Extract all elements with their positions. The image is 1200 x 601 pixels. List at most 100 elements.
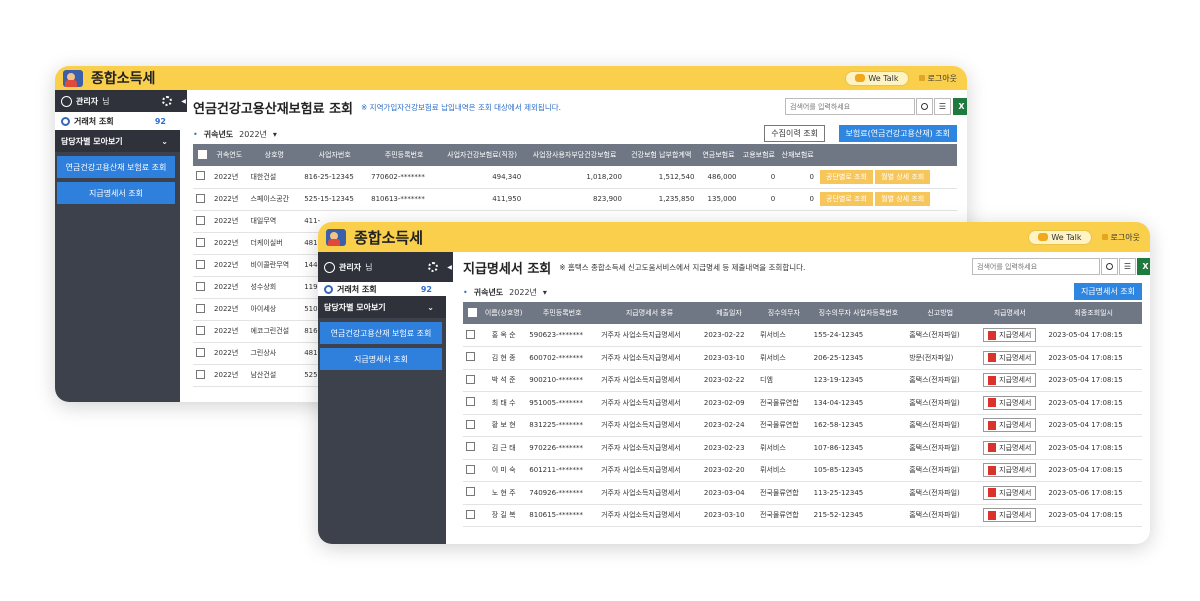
row-checkbox[interactable]	[466, 374, 475, 384]
table-row[interactable]: 2022년 스페이스공간 525-15-12345 810613-******* 411…	[193, 188, 957, 211]
search-button[interactable]	[916, 98, 933, 115]
table-row[interactable]: 박 석 준 900210-******* 거주자 사업소득지급명세서 2023-02-…	[463, 369, 1142, 392]
pdf-download-button[interactable]: 지급명세서	[983, 440, 1037, 455]
monthly-detail-button[interactable]: 월별 상세 조회	[875, 192, 931, 206]
column-header[interactable]: 사업자번호	[301, 144, 369, 166]
column-header[interactable]: 지급명세서	[974, 302, 1046, 324]
checkbox-cell	[463, 436, 482, 460]
table-row[interactable]: 김 근 태 970226-******* 거주자 사업소득지급명세서 2023-02-…	[463, 436, 1142, 460]
column-header[interactable]: 징수의무자 사업자등록번호	[810, 302, 907, 324]
row-checkbox[interactable]	[196, 259, 205, 269]
search-input[interactable]	[785, 98, 915, 115]
column-header[interactable]: 주민등록번호	[526, 302, 599, 324]
year-select[interactable]: 2022년	[239, 129, 267, 140]
row-checkbox[interactable]	[466, 509, 475, 519]
pdf-download-button[interactable]: 지급명세서	[983, 350, 1037, 365]
wetalk-button[interactable]: We Talk	[845, 70, 909, 86]
row-checkbox[interactable]	[196, 347, 205, 357]
row-checkbox[interactable]	[196, 303, 205, 313]
row-checkbox[interactable]	[466, 442, 475, 452]
menu-insurance[interactable]: 연금건강고용산재 보험료 조회	[320, 322, 442, 344]
list-icon[interactable]: ☰	[1119, 258, 1136, 275]
column-header[interactable]: 지급명세서 종류	[598, 302, 701, 324]
logout-button[interactable]: 로그아웃	[1101, 232, 1140, 243]
monthly-detail-button[interactable]: 월별 상세 조회	[875, 169, 931, 184]
menu-payment-statement[interactable]: 지급명세서 조회	[320, 348, 442, 370]
trade-lookup-item[interactable]: 거래처 조회 92	[55, 112, 180, 130]
row-checkbox[interactable]	[196, 171, 205, 181]
caret-down-icon[interactable]: ▾	[273, 130, 277, 139]
excel-icon[interactable]: X	[1137, 258, 1150, 275]
statement-query-button[interactable]: 지급명세서 조회	[1073, 283, 1142, 300]
trade-lookup-item[interactable]: 거래처 조회 92	[318, 282, 446, 296]
search-input[interactable]	[972, 258, 1100, 275]
table-row[interactable]: 홍 옥 순 590623-******* 거주자 사업소득지급명세서 2023-02-…	[463, 324, 1142, 347]
column-header[interactable]: 산재보험료	[778, 144, 818, 166]
row-checkbox[interactable]	[196, 215, 205, 225]
gear-icon[interactable]	[162, 96, 172, 106]
search-button[interactable]	[1101, 258, 1118, 275]
list-icon[interactable]: ☰	[934, 98, 951, 115]
pdf-download-button[interactable]: 지급명세서	[983, 328, 1037, 342]
excel-icon[interactable]: X	[953, 98, 967, 115]
table-cell: 홈택스(전자파일)	[906, 481, 975, 505]
column-header[interactable]: 고용보험료	[739, 144, 779, 166]
section-by-manager[interactable]: 담당자별 모아보기 ⌄	[318, 296, 446, 318]
insurance-query-button[interactable]: 보험료(연금건강고용산재) 조회	[838, 125, 957, 142]
logout-button[interactable]: 로그아웃	[918, 73, 957, 84]
pdf-download-button[interactable]: 지급명세서	[983, 508, 1037, 523]
column-header[interactable]: 상호명	[247, 144, 302, 166]
pdf-download-button[interactable]: 지급명세서	[983, 463, 1037, 478]
gear-icon[interactable]	[428, 262, 438, 272]
pdf-download-button[interactable]: 지급명세서	[983, 395, 1037, 410]
section-by-manager[interactable]: 담당자별 모아보기 ⌄	[55, 130, 180, 152]
row-checkbox[interactable]	[466, 329, 475, 339]
column-header[interactable]: 주민등록번호	[368, 144, 441, 166]
row-checkbox[interactable]	[466, 487, 475, 497]
row-checkbox[interactable]	[196, 325, 205, 335]
row-checkbox[interactable]	[466, 397, 475, 407]
row-checkbox[interactable]	[196, 237, 205, 247]
row-checkbox[interactable]	[466, 419, 475, 429]
table-row[interactable]: 최 태 수 951005-******* 거주자 사업소득지급명세서 2023-02-…	[463, 391, 1142, 415]
pdf-download-button[interactable]: 지급명세서	[983, 418, 1037, 433]
menu-insurance[interactable]: 연금건강고용산재 보험료 조회	[57, 156, 175, 178]
table-row[interactable]: 황 보 현 831225-******* 거주자 사업소득지급명세서 2023-02-…	[463, 414, 1142, 437]
year-select[interactable]: 2022년	[509, 287, 537, 298]
agency-query-button[interactable]: 공단별로 조회	[820, 169, 873, 184]
column-header[interactable]: 사업장사용자부담건강보험료	[524, 144, 625, 166]
collapse-sidebar-button[interactable]: ◀	[180, 90, 187, 112]
pdf-download-button[interactable]: 지급명세서	[983, 373, 1037, 388]
row-checkbox[interactable]	[467, 307, 477, 317]
caret-down-icon[interactable]: ▾	[543, 288, 547, 297]
collapse-sidebar-button[interactable]: ◀	[446, 252, 453, 282]
pdf-download-button[interactable]: 지급명세서	[983, 485, 1037, 500]
table-cell: 2023-05-04 17:08:15	[1045, 391, 1142, 415]
row-checkbox[interactable]	[197, 149, 207, 159]
table-row[interactable]: 2022년 대한건설 816-25-12345 770602-******* 494,3…	[193, 166, 957, 189]
row-checkbox[interactable]	[466, 464, 475, 474]
table-cell: 남산건설	[247, 364, 302, 387]
row-checkbox[interactable]	[196, 281, 205, 291]
table-cell: 성수상회	[247, 276, 302, 299]
agency-query-button[interactable]: 공단별로 조회	[820, 192, 873, 206]
table-row[interactable]: 김 현 종 600702-******* 거주자 사업소득지급명세서 2023-03-…	[463, 346, 1142, 370]
menu-payment-statement[interactable]: 지급명세서 조회	[57, 182, 175, 204]
column-header[interactable]: 귀속연도	[211, 144, 248, 166]
row-checkbox[interactable]	[196, 369, 205, 379]
column-header[interactable]: 징수의무자	[757, 302, 811, 324]
history-button[interactable]: 수집이력 조회	[764, 125, 825, 142]
column-header[interactable]: 제출일자	[700, 302, 757, 324]
wetalk-button[interactable]: We Talk	[1028, 229, 1092, 245]
column-header[interactable]: 연금보험료	[697, 144, 740, 166]
column-header[interactable]: 이름(상호명)	[481, 302, 527, 324]
row-checkbox[interactable]	[196, 193, 205, 203]
table-row[interactable]: 장 길 복 810615-******* 거주자 사업소득지급명세서 2023-03-…	[463, 504, 1142, 527]
column-header[interactable]: 건강보험 납부합계액	[624, 144, 698, 166]
column-header[interactable]: 최종조회일시	[1045, 302, 1142, 324]
table-row[interactable]: 노 현 주 740926-******* 거주자 사업소득지급명세서 2023-03-…	[463, 481, 1142, 505]
column-header[interactable]: 신고방법	[906, 302, 975, 324]
column-header[interactable]: 사업자건강보험료(직장)	[440, 144, 525, 166]
row-checkbox[interactable]	[466, 352, 475, 362]
table-row[interactable]: 이 미 숙 601211-******* 거주자 사업소득지급명세서 2023-02-…	[463, 459, 1142, 482]
